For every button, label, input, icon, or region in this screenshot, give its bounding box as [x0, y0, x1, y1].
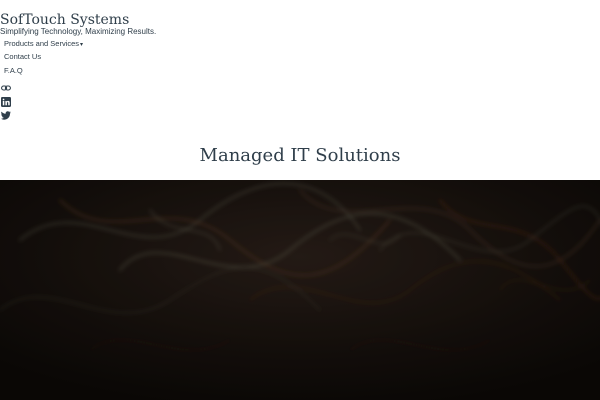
- nav-item-label: Products and Services: [4, 39, 80, 48]
- hero-background-image: [0, 180, 600, 400]
- light-trails-graphic: [0, 180, 600, 400]
- nav-item-label: Contact Us: [4, 52, 42, 61]
- link-icon[interactable]: [1, 80, 11, 91]
- linkedin-icon[interactable]: [1, 94, 11, 107]
- nav-item-label: F.A.Q: [4, 66, 23, 75]
- nav-item-contact-us[interactable]: Contact Us: [4, 52, 41, 62]
- twitter-icon[interactable]: [1, 107, 11, 120]
- caret-down-icon: ▾: [80, 42, 84, 48]
- nav-item-products-and-services[interactable]: Products and Services▾: [4, 39, 83, 50]
- hero-title: Managed IT Solutions: [199, 145, 401, 166]
- site-tagline: Simplifying Technology, Maximizing Resul…: [0, 27, 157, 36]
- nav-item-faq[interactable]: F.A.Q: [4, 66, 23, 76]
